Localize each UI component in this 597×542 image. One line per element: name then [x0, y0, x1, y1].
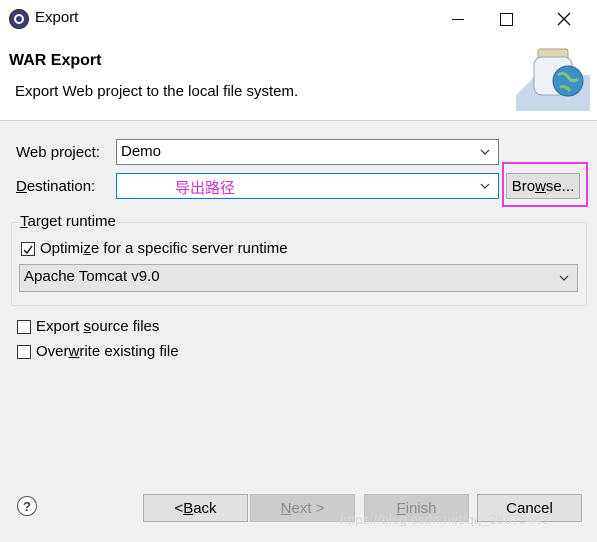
overwrite-checkbox[interactable]: [17, 345, 31, 359]
browse-button[interactable]: Bro w se...: [506, 173, 580, 199]
chevron-down-icon: [559, 275, 569, 281]
title-bar: Export: [0, 0, 597, 38]
page-description: Export Web project to the local file sys…: [15, 83, 299, 100]
maximize-icon: [499, 12, 513, 26]
web-project-label: Web project:: [16, 144, 100, 161]
runtime-value: Apache Tomcat v9.0: [24, 268, 160, 285]
export-source-checkbox[interactable]: [17, 320, 31, 334]
window-title: Export: [35, 9, 79, 26]
optimize-label: Optimize for a specific server runtime: [40, 240, 288, 257]
overwrite-label: Overwrite existing file: [36, 343, 179, 360]
chevron-down-icon: [480, 183, 490, 189]
back-button[interactable]: < Back: [143, 494, 248, 522]
minimize-icon: [452, 18, 464, 20]
eclipse-icon: [9, 9, 29, 29]
help-button[interactable]: ?: [17, 496, 37, 516]
close-icon: [557, 12, 571, 26]
target-runtime-legend: Target runtime: [18, 213, 118, 230]
close-button[interactable]: [541, 0, 587, 38]
jar-globe-icon: [516, 48, 590, 111]
minimize-button[interactable]: [435, 0, 481, 38]
web-project-value: Demo: [121, 143, 162, 160]
destination-value: 导出路径: [175, 180, 236, 197]
destination-combo[interactable]: 导出路径: [116, 173, 499, 199]
maximize-button[interactable]: [483, 0, 529, 38]
destination-label: Destination:: [16, 178, 96, 195]
export-source-label: Export source files: [36, 318, 160, 335]
checkmark-icon: [23, 245, 33, 255]
page-title: WAR Export: [9, 52, 102, 69]
optimize-checkbox[interactable]: [21, 242, 35, 256]
help-icon: ?: [23, 498, 31, 514]
runtime-select[interactable]: Apache Tomcat v9.0: [19, 264, 578, 292]
watermark: https://blog.csdn.net/qq_38675449: [340, 512, 550, 527]
web-project-combo[interactable]: Demo: [116, 139, 499, 165]
chevron-down-icon: [480, 149, 490, 155]
wizard-header: WAR Export Export Web project to the loc…: [0, 38, 597, 120]
